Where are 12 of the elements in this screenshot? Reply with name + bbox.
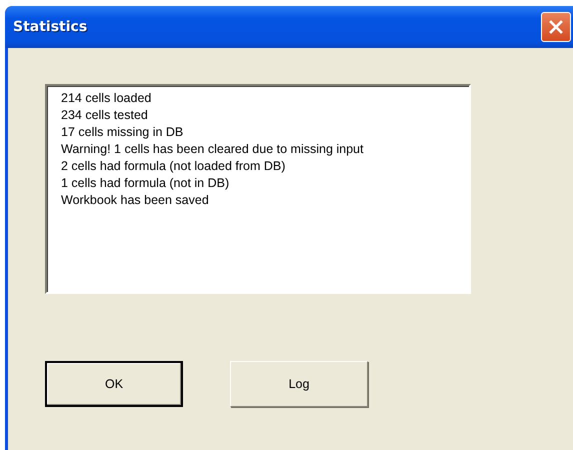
message-line: 2 cells had formula (not loaded from DB)	[61, 158, 286, 175]
message-line: 234 cells tested	[61, 107, 149, 124]
window-title: Statistics	[13, 19, 88, 35]
message-line: 17 cells missing in DB	[61, 124, 184, 141]
message-line: Warning! 1 cells has been cleared due to missing input	[61, 141, 364, 158]
message-line: 1 cells had formula (not in DB)	[61, 175, 230, 192]
dialog-button[interactable]: Log	[230, 361, 368, 407]
dialog-button[interactable]: OK	[45, 361, 183, 407]
message-line: Workbook has been saved	[61, 192, 210, 209]
close-icon	[548, 19, 564, 35]
message-line: 214 cells loaded	[61, 90, 152, 107]
close-button[interactable]	[541, 12, 571, 42]
